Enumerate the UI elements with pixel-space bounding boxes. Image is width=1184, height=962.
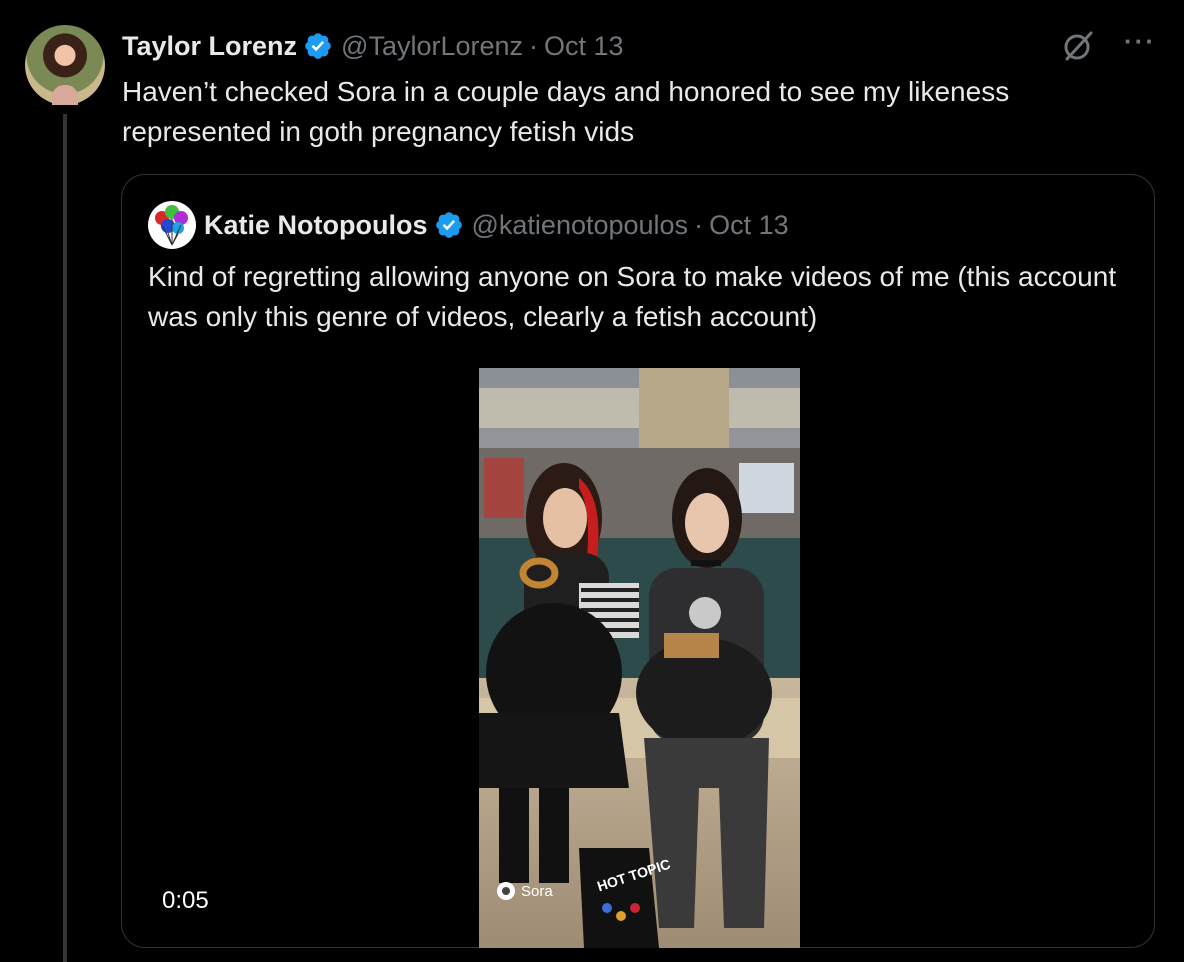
video-duration: 0:05 bbox=[162, 887, 209, 914]
verified-badge-icon bbox=[435, 212, 462, 238]
author-handle[interactable]: @TaylorLorenz bbox=[341, 31, 523, 62]
video-frame: HOT TOPIC bbox=[479, 368, 800, 948]
sora-watermark-text: Sora bbox=[521, 882, 553, 900]
meta-separator: · bbox=[529, 30, 539, 61]
quoted-tweet[interactable]: Katie Notopoulos @katienotopoulos · Oct … bbox=[121, 174, 1155, 948]
tweet-header: Taylor Lorenz @TaylorLorenz · Oct 13 bbox=[122, 26, 624, 66]
tweet-actions: ··· bbox=[1060, 28, 1156, 64]
quoted-author-avatar[interactable] bbox=[148, 201, 196, 249]
sora-logo-icon bbox=[497, 882, 515, 900]
more-options-icon[interactable]: ··· bbox=[1124, 28, 1156, 61]
quoted-tweet-text: Kind of regretting allowing anyone on So… bbox=[148, 261, 1117, 332]
author-name[interactable]: Taylor Lorenz bbox=[122, 31, 297, 62]
author-avatar[interactable] bbox=[25, 25, 105, 105]
quoted-tweet-date[interactable]: Oct 13 bbox=[709, 210, 789, 241]
grok-icon[interactable] bbox=[1060, 28, 1096, 64]
tweet-date[interactable]: Oct 13 bbox=[544, 31, 624, 62]
quoted-author-handle[interactable]: @katienotopoulos bbox=[472, 210, 689, 241]
video-player[interactable]: HOT TOPIC Sora bbox=[479, 368, 800, 948]
thread-line bbox=[63, 114, 67, 962]
verified-badge-icon bbox=[305, 33, 331, 59]
balloons-icon bbox=[155, 205, 188, 246]
sora-watermark: Sora bbox=[497, 882, 553, 900]
meta-separator: · bbox=[694, 209, 704, 240]
quoted-tweet-header: Katie Notopoulos @katienotopoulos · Oct … bbox=[204, 205, 789, 245]
quoted-author-name[interactable]: Katie Notopoulos bbox=[204, 210, 428, 241]
tweet-text: Haven’t checked Sora in a couple days an… bbox=[122, 76, 1010, 147]
